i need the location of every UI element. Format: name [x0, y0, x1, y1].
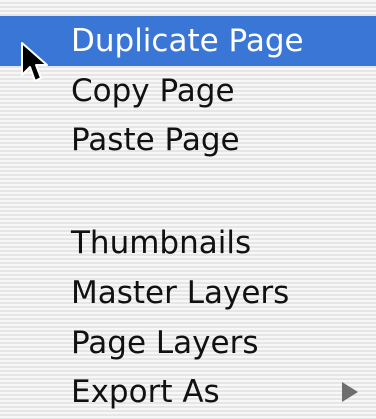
menu-item-label: Paste Page [71, 122, 240, 158]
menu-item-label: Copy Page [71, 73, 235, 109]
context-menu: Duplicate Page Copy Page Paste Page Thum… [0, 0, 376, 419]
menu-item-label: Thumbnails [71, 225, 252, 261]
menu-item-label: Duplicate Page [71, 23, 304, 59]
triangle-right-icon [342, 382, 358, 402]
menu-item-duplicate-page[interactable]: Duplicate Page [0, 16, 376, 66]
menu-item-master-layers[interactable]: Master Layers [0, 268, 376, 318]
menu-item-paste-page[interactable]: Paste Page [0, 115, 376, 165]
menu-item-thumbnails[interactable]: Thumbnails [0, 218, 376, 268]
menu-item-copy-page[interactable]: Copy Page [0, 66, 376, 116]
menu-item-label: Master Layers [71, 275, 290, 311]
menu-item-page-layers[interactable]: Page Layers [0, 318, 376, 368]
menu-item-label: Export As [71, 374, 220, 410]
arrow-pointer-icon [21, 42, 48, 82]
menu-item-label: Page Layers [71, 325, 259, 361]
menu-item-export-as[interactable]: Export As [0, 367, 376, 417]
